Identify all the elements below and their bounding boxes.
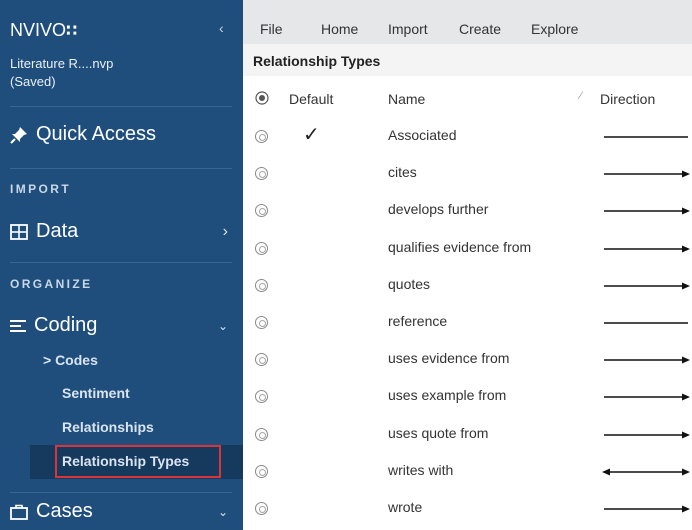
quick-access-label: Quick Access [36,123,157,145]
table-row[interactable]: qualifies evidence from [243,238,692,279]
sidebar: NVIVO∷ ‹ Literature R....nvp (Saved) Qui… [0,0,243,530]
menu-file[interactable]: File [260,21,283,37]
relationship-type-icon [255,464,268,478]
briefcase-icon [10,504,28,520]
column-header-direction[interactable]: Direction [600,91,655,107]
relationship-type-icon [255,167,268,181]
relationship-type-icon [255,241,268,255]
project-name: Literature R....nvp [10,56,114,71]
data-grid-icon [10,223,28,240]
sidebar-item-relationships[interactable]: Relationships [62,419,154,435]
two-way-arrow-icon [602,468,690,476]
collapse-sidebar-icon[interactable]: ‹ [219,20,224,36]
one-way-arrow-icon [604,505,690,513]
menu-bar: File Home Import Create Explore [243,0,692,44]
table-row[interactable]: quotes [243,275,692,316]
table-row[interactable]: uses example from [243,387,692,427]
relationship-type-name: quotes [388,275,431,292]
relationship-type-name: uses quote from [388,424,489,441]
menu-create[interactable]: Create [459,21,501,37]
divider [10,106,232,107]
section-header-organize: ORGANIZE [10,277,93,291]
nav-item-coding-label: Coding [34,314,98,336]
add-column-icon[interactable] [255,91,269,105]
relationship-type-name: cites [388,164,417,181]
chevron-down-icon: ⌄ [217,504,228,519]
nav-item-data-label: Data [36,220,79,242]
sidebar-item-codes[interactable]: > Codes [43,352,98,368]
associated-line-icon [604,136,688,138]
relationship-type-icon [255,427,268,441]
relationship-type-icon [255,130,268,143]
menu-explore[interactable]: Explore [531,21,578,37]
table-row[interactable]: writes with [243,461,692,502]
one-way-arrow-icon [604,356,690,364]
table-row[interactable]: develops further [243,201,692,241]
sidebar-item-sentiment[interactable]: Sentiment [62,385,130,401]
one-way-arrow-icon [604,207,690,215]
default-checkmark-icon: ✓ [303,124,320,146]
table-row[interactable]: wrote [243,499,692,530]
one-way-arrow-icon [604,170,690,178]
project-status: (Saved) [10,74,56,89]
relationship-type-icon [255,278,268,292]
relationship-type-icon [255,390,268,404]
relationship-type-name: qualifies evidence from [388,238,532,255]
one-way-arrow-icon [604,245,690,253]
relationship-type-name: reference [388,313,448,329]
chevron-down-icon: ⌄ [217,318,228,333]
column-header-name[interactable]: Name [388,91,425,107]
table-row[interactable]: uses quote from [243,424,692,465]
brand-mark: ∷ [66,23,78,40]
table-row[interactable]: cites [243,164,692,204]
relationship-types-table: Default Name ⁄ Direction ✓ Associated cite… [243,76,692,530]
relationship-type-icon [255,316,268,329]
section-header-import: IMPORT [10,182,72,196]
highlight-box [55,445,221,478]
table-row[interactable]: reference [243,313,692,353]
one-way-arrow-icon [604,393,690,401]
one-way-arrow-icon [604,431,690,439]
relationship-type-icon [255,204,268,218]
relationship-type-name: Associated [388,127,457,143]
project-info: Literature R....nvp (Saved) [10,55,210,91]
relationship-type-name: wrote [388,499,423,515]
relationship-type-name: uses evidence from [388,350,510,367]
coding-lines-icon [10,319,26,332]
nav-item-cases-label: Cases [36,500,93,522]
table-row[interactable]: ✓ Associated [243,124,692,167]
sort-indicator-icon: ⁄ [580,90,582,102]
menu-import[interactable]: Import [388,21,428,37]
nav-item-cases[interactable]: Cases ⌄ [10,500,232,523]
page-title: Relationship Types [243,44,692,76]
divider [10,492,232,493]
relationship-type-name: develops further [388,201,489,218]
menu-home[interactable]: Home [321,21,358,37]
divider [10,168,232,169]
brand-name: NVIVO [10,20,67,40]
column-header-default[interactable]: Default [289,91,333,107]
relationship-type-icon [255,353,268,367]
chevron-right-icon: › [222,222,228,240]
one-way-arrow-icon [604,282,690,290]
relationship-type-icon [255,502,268,515]
pin-icon [10,126,27,144]
relationship-type-name: uses example from [388,387,507,404]
nav-item-data[interactable]: Data › [10,220,232,243]
relationship-type-name: writes with [388,461,454,478]
table-row[interactable]: uses evidence from [243,350,692,390]
quick-access-item[interactable]: Quick Access [10,123,156,146]
app-logo: NVIVO∷ [10,20,77,41]
associated-line-icon [604,322,688,324]
divider [10,262,232,263]
nav-item-coding[interactable]: Coding ⌄ [10,314,232,337]
